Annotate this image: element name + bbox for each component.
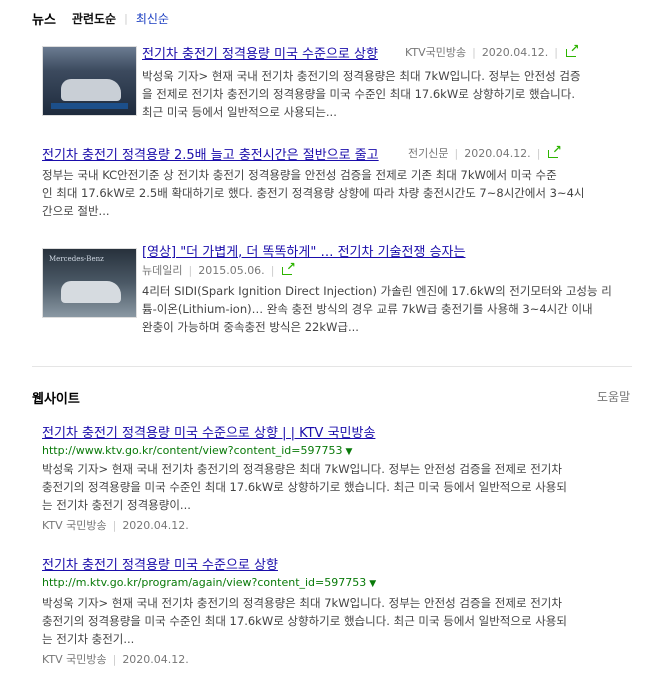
sort-recent-button[interactable]: 최신순: [136, 10, 169, 27]
desc-line: 박성욱 기자> 현재 국내 전기차 충전기의 정격용량은 최대 7kW입니다. …: [42, 462, 562, 476]
news-desc-2: 정부는 국내 KC안전기준 상 전기차 충전기 정격용량을 안전성 검증을 전제…: [42, 166, 585, 220]
url-text[interactable]: http://m.ktv.go.kr/program/again/view?co…: [42, 576, 366, 589]
news-date: 2015.05.06.: [198, 263, 265, 277]
desc-line: 인 최대 17.6kW로 2.5배 확대하기로 했다. 충전기 정격용량 상향에…: [42, 186, 585, 200]
desc-line: 박성욱 기자> 현재 국내 전기차 충전기의 정격용량은 최대 7kW입니다. …: [42, 596, 562, 610]
share-icon[interactable]: [282, 260, 296, 276]
news-heading: 뉴스: [32, 12, 56, 28]
sort-relevance-button[interactable]: 관련도순: [72, 10, 116, 27]
news-meta-1: KTV국민방송 | 2020.04.12. |: [405, 42, 579, 60]
thumbnail-image: [61, 281, 121, 303]
web-meta-1: KTV 국민방송 | 2020.04.12.: [42, 518, 189, 533]
news-title-1[interactable]: 전기차 충전기 정격용량 미국 수준으로 상향: [142, 43, 378, 62]
web-source: KTV 국민방송: [42, 519, 107, 532]
news-header: 뉴스 관련도순 | 최신순: [32, 8, 169, 28]
web-title-2[interactable]: 전기차 충전기 정격용량 미국 수준으로 상향: [42, 554, 278, 573]
news-title-3[interactable]: [영상] "더 가볍게, 더 똑똑하게" … 전기차 기술전쟁 승자는: [142, 241, 465, 260]
web-date: 2020.04.12.: [122, 518, 189, 532]
section-divider: [32, 366, 632, 367]
thumbnail-image: [61, 79, 121, 101]
desc-line: 을 전제로 전기차 충전기의 정격용량을 미국 수준인 최대 17.6kW로 상…: [142, 87, 575, 101]
news-source: KTV국민방송: [405, 46, 467, 59]
chevron-down-icon[interactable]: ▼: [345, 447, 352, 457]
search-results: 뉴스 관련도순 | 최신순 전기차 충전기 정격용량 미국 수준으로 상향 KT…: [0, 0, 669, 677]
share-icon[interactable]: [566, 42, 579, 58]
share-icon[interactable]: [548, 143, 562, 159]
desc-line: 박성욱 기자> 현재 국내 전기차 충전기의 정격용량은 최대 7kW입니다. …: [142, 69, 581, 83]
web-url-2[interactable]: http://m.ktv.go.kr/program/again/view?co…: [42, 576, 376, 589]
desc-line: 충전기의 정격용량을 미국 수준인 최대 17.6kW로 상향하기로 했습니다.…: [42, 480, 567, 494]
news-desc-1: 박성욱 기자> 현재 국내 전기차 충전기의 정격용량은 최대 7kW입니다. …: [142, 67, 581, 121]
thumbnail-caption-bar: [51, 103, 128, 109]
desc-line: 정부는 국내 KC안전기준 상 전기차 충전기 정격용량을 안전성 검증을 전제…: [42, 168, 557, 182]
news-thumbnail-3[interactable]: Mercedes-Benz: [42, 248, 137, 318]
web-source: KTV 국민방송: [42, 653, 107, 666]
web-desc-2: 박성욱 기자> 현재 국내 전기차 충전기의 정격용량은 최대 7kW입니다. …: [42, 594, 567, 648]
news-meta-2: 전기신문 | 2020.04.12. |: [408, 143, 562, 161]
news-source: 뉴데일리: [142, 264, 183, 277]
web-date: 2020.04.12.: [122, 652, 189, 666]
web-desc-1: 박성욱 기자> 현재 국내 전기차 충전기의 정격용량은 최대 7kW입니다. …: [42, 460, 567, 514]
desc-line: 4리터 SIDI(Spark Ignition Direct Injection…: [142, 284, 612, 298]
desc-line: 완충이 가능하며 중속충전 방식은 22kW급...: [142, 320, 359, 334]
news-source: 전기신문: [408, 147, 449, 160]
news-date: 2020.04.12.: [481, 45, 549, 59]
thumbnail-brand-text: Mercedes-Benz: [49, 255, 104, 263]
desc-line: 간으로 절반...: [42, 204, 110, 218]
desc-line: 충전기의 정격용량을 미국 수준인 최대 17.6kW로 상향하기로 했습니다.…: [42, 614, 567, 628]
web-title-1[interactable]: 전기차 충전기 정격용량 미국 수준으로 상향 | | KTV 국민방송: [42, 422, 375, 441]
news-title-2[interactable]: 전기차 충전기 정격용량 2.5배 늘고 충전시간은 절반으로 줄고: [42, 144, 379, 163]
chevron-down-icon[interactable]: ▼: [369, 579, 376, 589]
url-text[interactable]: http://www.ktv.go.kr/content/view?conten…: [42, 444, 342, 457]
desc-line: 는 전기차 충전기...: [42, 632, 135, 646]
desc-line: 최근 미국 등에서 일반적으로 사용되는...: [142, 105, 337, 119]
news-meta-3: 뉴데일리 | 2015.05.06. |: [142, 260, 296, 278]
web-heading: 웹사이트: [32, 392, 80, 407]
news-desc-3: 4리터 SIDI(Spark Ignition Direct Injection…: [142, 282, 612, 336]
news-thumbnail-1[interactable]: [42, 46, 137, 116]
help-link[interactable]: 도움말: [597, 388, 630, 405]
divider: |: [124, 11, 128, 25]
web-url-1[interactable]: http://www.ktv.go.kr/content/view?conten…: [42, 444, 352, 457]
news-date: 2020.04.12.: [464, 146, 531, 160]
web-meta-2: KTV 국민방송 | 2020.04.12.: [42, 652, 189, 667]
desc-line: 튬-이온(Lithium-ion)… 완속 충전 방식의 경우 교류 7kW급 …: [142, 302, 593, 316]
desc-line: 는 전기차 충전기 정격용량이...: [42, 498, 191, 512]
